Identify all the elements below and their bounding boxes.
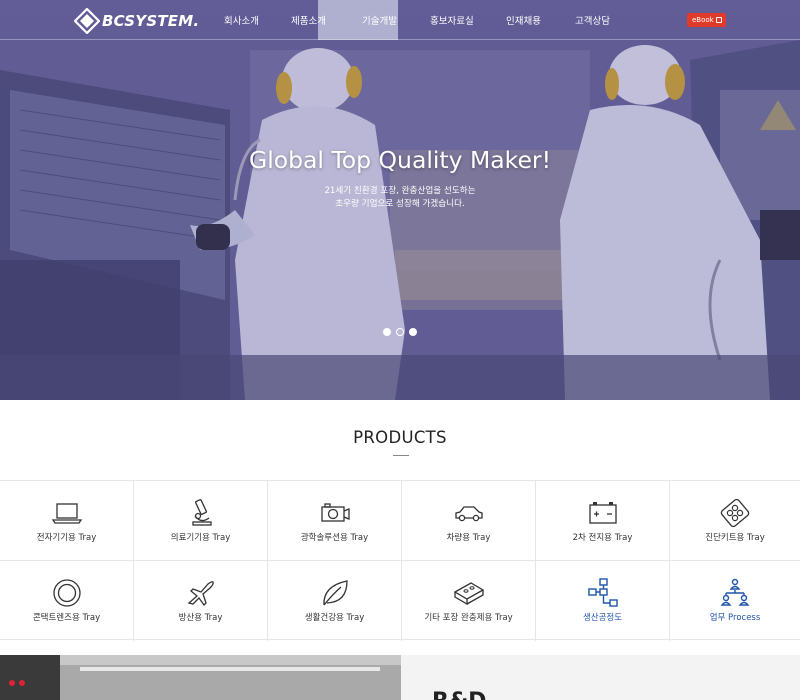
- slide-dot-2[interactable]: [396, 328, 404, 336]
- ebook-button[interactable]: eBook: [687, 13, 726, 27]
- flowchart-icon: [587, 578, 618, 607]
- slide-dot-3[interactable]: [409, 328, 417, 336]
- product-label: 차량용 Tray: [446, 533, 491, 543]
- hero-banner: BCSYSTEM. 회사소개 제품소개 기술개발 홍보자료실 인재채용 고객상담…: [0, 0, 800, 400]
- airplane-icon: [187, 581, 214, 607]
- hero-subtitle: 21세기 친환경 포장, 완충산업을 선도하는 초우량 기업으로 성장해 가겠습…: [0, 185, 800, 211]
- production-process-link[interactable]: 생산공정도: [536, 561, 670, 641]
- top-navigation-bar: BCSYSTEM. 회사소개 제품소개 기술개발 홍보자료실 인재채용 고객상담…: [0, 0, 800, 40]
- product-label: 광학솔루션용 Tray: [300, 533, 369, 543]
- org-chart-icon: [720, 578, 750, 606]
- product-grid: 전자기기용 Tray 의료기기용 Tray 광학솔루션용 Tray 차량용 Tr…: [0, 480, 800, 641]
- leaf-icon: [322, 580, 348, 606]
- hero-subtitle-line-2: 초우량 기업으로 성장해 가겠습니다.: [335, 199, 465, 209]
- product-vehicle[interactable]: 차량용 Tray: [402, 481, 536, 561]
- product-label: 기타 포장 완충제용 Tray: [424, 613, 513, 623]
- rnd-equipment-image: [0, 655, 401, 700]
- hero-title: Global Top Quality Maker!: [249, 146, 551, 174]
- product-label: 콘택트렌즈용 Tray: [32, 613, 101, 623]
- product-diagnostic-kit[interactable]: 진단키트용 Tray: [670, 481, 800, 561]
- product-medical[interactable]: 의료기기용 Tray: [134, 481, 268, 561]
- product-label: 방산용 Tray: [178, 613, 223, 623]
- product-label: 생활건강용 Tray: [304, 613, 365, 623]
- product-label: 업무 Process: [709, 613, 761, 623]
- product-optical[interactable]: 광학솔루션용 Tray: [268, 481, 402, 561]
- microscope-icon: [191, 499, 212, 526]
- contact-lens-icon: [52, 579, 81, 607]
- nav-recruitment[interactable]: 인재채용: [506, 13, 541, 27]
- car-icon: [454, 506, 483, 522]
- product-contact-lens[interactable]: 콘택트렌즈용 Tray: [0, 561, 134, 641]
- nav-company[interactable]: 회사소개: [224, 13, 259, 27]
- package-box-icon: [453, 582, 484, 606]
- main-menu: 회사소개 제품소개 기술개발 홍보자료실 인재채용 고객상담: [0, 13, 800, 29]
- products-heading: PRODUCTS: [353, 428, 447, 447]
- battery-icon: [588, 502, 617, 524]
- product-defense[interactable]: 방산용 Tray: [134, 561, 268, 641]
- rnd-section: R&D: [401, 655, 800, 700]
- ebook-icon: [715, 17, 722, 23]
- work-process-link[interactable]: 업무 Process: [670, 561, 800, 641]
- ebook-label: eBook: [692, 16, 714, 24]
- nav-products[interactable]: 제품소개: [291, 13, 326, 27]
- product-other-cushion[interactable]: 기타 포장 완충제용 Tray: [402, 561, 536, 641]
- camera-icon: [320, 503, 350, 522]
- slider-pagination: [383, 328, 417, 336]
- laptop-icon: [51, 503, 82, 524]
- product-health[interactable]: 생활건강용 Tray: [268, 561, 402, 641]
- product-label: 전자기기용 Tray: [36, 533, 97, 543]
- nav-technology[interactable]: 기술개발: [362, 13, 397, 27]
- nav-pr-library[interactable]: 홍보자료실: [430, 13, 474, 27]
- products-heading-divider: [393, 455, 409, 456]
- nav-customer-support[interactable]: 고객상담: [575, 13, 610, 27]
- product-electronics[interactable]: 전자기기용 Tray: [0, 481, 134, 561]
- pill-pack-icon: [720, 498, 750, 528]
- product-label: 생산공정도: [582, 613, 623, 623]
- product-label: 의료기기용 Tray: [170, 533, 231, 543]
- rnd-heading: R&D: [432, 689, 486, 700]
- slide-dot-1[interactable]: [383, 328, 391, 336]
- product-label: 2차 전지용 Tray: [572, 533, 633, 543]
- product-label: 진단키트용 Tray: [705, 533, 765, 543]
- rnd-photo: [0, 655, 401, 700]
- hero-subtitle-line-1: 21세기 친환경 포장, 완충산업을 선도하는: [324, 186, 476, 196]
- product-battery[interactable]: 2차 전지용 Tray: [536, 481, 670, 561]
